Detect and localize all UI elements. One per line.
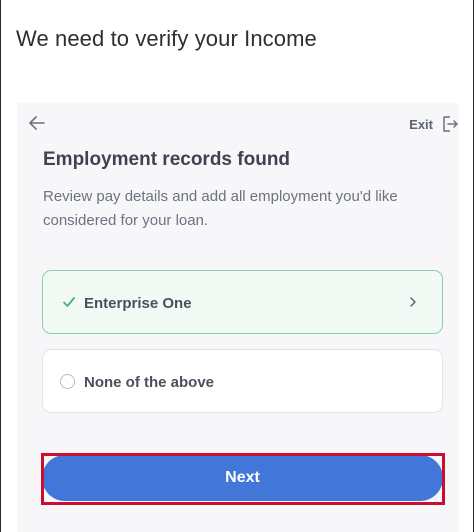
- verification-panel: Exit Employment records found Review pay…: [17, 103, 459, 532]
- exit-door-icon: [443, 116, 458, 132]
- next-button[interactable]: Next: [42, 455, 443, 501]
- employment-option-enterprise-one[interactable]: Enterprise One: [42, 270, 443, 334]
- back-button[interactable]: [27, 113, 47, 133]
- arrow-left-icon: [29, 116, 45, 130]
- section-title: Employment records found: [43, 149, 291, 170]
- exit-button[interactable]: Exit: [409, 113, 459, 135]
- radio-empty-icon[interactable]: [60, 374, 75, 389]
- section-subtitle: Review pay details and add all employmen…: [43, 188, 398, 229]
- exit-label: Exit: [409, 116, 433, 132]
- chevron-right-icon: [410, 297, 416, 307]
- option-label: Enterprise One: [84, 295, 192, 312]
- page-title: We need to verify your Income: [16, 26, 317, 51]
- employment-option-none[interactable]: None of the above: [42, 349, 443, 413]
- app-frame: We need to verify your Income Exit Emplo…: [0, 0, 474, 532]
- option-label: None of the above: [84, 374, 215, 391]
- checkmark-icon: [63, 297, 75, 307]
